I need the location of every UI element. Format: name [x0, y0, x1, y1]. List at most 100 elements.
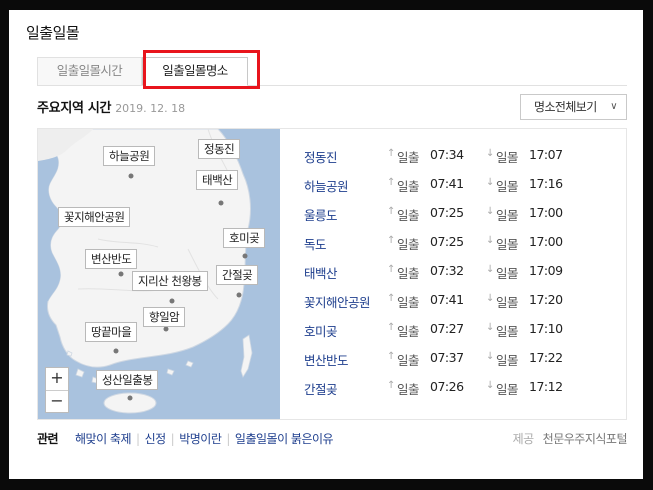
sunset-time: 17:00 [529, 205, 563, 220]
place-name[interactable]: 꽃지해안공원 [304, 292, 371, 311]
list-item: 태백산 ↑ 일출 07:32 ↓ 일몰 17:09 [304, 259, 614, 288]
sunrise-arrow-icon: ↑ [387, 322, 395, 333]
sunrise-label: 일출 [397, 266, 420, 281]
list-item: 호미곶 ↑ 일출 07:27 ↓ 일몰 17:10 [304, 317, 614, 346]
sunset-arrow-icon: ↓ [486, 293, 494, 304]
map-label-taebaeksan[interactable]: 태백산 [196, 170, 239, 190]
sunset-arrow-icon: ↓ [486, 235, 494, 246]
all-places-button[interactable]: 명소전체보기 ∨ [520, 94, 627, 120]
related-label: 관련 [37, 432, 59, 446]
place-name[interactable]: 변산반도 [304, 350, 349, 369]
sunrise-arrow-icon: ↑ [387, 264, 395, 275]
sunrise-arrow-icon: ↑ [387, 177, 395, 188]
list-item: 하늘공원 ↑ 일출 07:41 ↓ 일몰 17:16 [304, 172, 614, 201]
sunrise-sunset-panel: 일출일몰 일출일몰시간 일출일몰명소 주요지역 시간 2019. 12. 18 명… [9, 10, 643, 479]
list-item: 꽃지해안공원 ↑ 일출 07:41 ↓ 일몰 17:20 [304, 288, 614, 317]
section-date: 2019. 12. 18 [115, 102, 186, 115]
sunrise-time: 07:41 [430, 292, 464, 307]
sunset-time: 17:12 [529, 379, 563, 394]
sunrise-time: 07:37 [430, 350, 464, 365]
section-heading: 주요지역 시간 2019. 12. 18 [37, 97, 185, 116]
sunset-label: 일몰 [496, 179, 519, 194]
sunset-arrow-icon: ↓ [486, 264, 494, 275]
link-why-red[interactable]: 일출일몰이 붉은이유 [235, 432, 334, 446]
tab-sunrise-sunset-time[interactable]: 일출일몰시간 [37, 57, 142, 85]
sunset-time: 17:20 [529, 292, 563, 307]
list-item: 정동진 ↑ 일출 07:34 ↓ 일몰 17:07 [304, 143, 614, 172]
sunrise-arrow-icon: ↑ [387, 293, 395, 304]
place-name[interactable]: 호미곶 [304, 321, 338, 340]
all-places-label: 명소전체보기 [534, 100, 597, 114]
map-label-hyangiram[interactable]: 향일암 [143, 307, 186, 327]
map-zoom-control: + − [45, 367, 69, 413]
link-separator: | [170, 432, 175, 446]
map-label-jeongdongjin[interactable]: 정동진 [198, 139, 241, 159]
sunset-label: 일몰 [496, 150, 519, 165]
sunrise-time: 07:32 [430, 263, 464, 278]
sunset-arrow-icon: ↓ [486, 206, 494, 217]
sunrise-label: 일출 [397, 295, 420, 310]
sunset-label: 일몰 [496, 237, 519, 252]
sunrise-label: 일출 [397, 353, 420, 368]
content-box: 정동진 하늘공원 태백산 꽃지해안공원 호미곶 변산반도 간절곶 지리산 천왕봉… [37, 128, 627, 420]
map-label-homigot[interactable]: 호미곶 [223, 228, 266, 248]
sunrise-label: 일출 [397, 382, 420, 397]
link-new-year[interactable]: 신정 [145, 432, 167, 446]
sunset-time: 17:09 [529, 263, 563, 278]
sunrise-time: 07:34 [430, 147, 464, 162]
list-item: 울릉도 ↑ 일출 07:25 ↓ 일몰 17:00 [304, 201, 614, 230]
sunrise-arrow-icon: ↑ [387, 351, 395, 362]
tab-sunrise-sunset-places[interactable]: 일출일몰명소 [142, 57, 248, 86]
sunset-label: 일몰 [496, 266, 519, 281]
link-separator: | [226, 432, 230, 446]
map-label-jirisan-cheonwangbong[interactable]: 지리산 천왕봉 [132, 271, 208, 291]
sunset-arrow-icon: ↓ [486, 351, 494, 362]
sunset-label: 일몰 [496, 353, 519, 368]
sunset-label: 일몰 [496, 382, 519, 397]
related-links: 해맞이 축제 | 신정 | 박명이란 | 일출일몰이 붉은이유 [75, 430, 334, 447]
map-label-byeonsan-peninsula[interactable]: 변산반도 [85, 249, 138, 269]
map[interactable]: 정동진 하늘공원 태백산 꽃지해안공원 호미곶 변산반도 간절곶 지리산 천왕봉… [38, 129, 280, 419]
zoom-in-button[interactable]: + [46, 368, 68, 391]
map-label-kkotji-beach-park[interactable]: 꽃지해안공원 [58, 207, 131, 227]
sunset-arrow-icon: ↓ [486, 148, 494, 159]
sunrise-label: 일출 [397, 150, 420, 165]
sunrise-arrow-icon: ↑ [387, 206, 395, 217]
place-name[interactable]: 태백산 [304, 263, 338, 282]
place-name[interactable]: 간절곶 [304, 379, 338, 398]
zoom-out-button[interactable]: − [46, 391, 68, 413]
provider-label: 제공 [512, 432, 535, 446]
sunrise-time: 07:27 [430, 321, 464, 336]
sunrise-time: 07:25 [430, 234, 464, 249]
link-twilight[interactable]: 박명이란 [179, 432, 222, 446]
sunrise-time: 07:25 [430, 205, 464, 220]
sunset-time: 17:00 [529, 234, 563, 249]
sunset-label: 일몰 [496, 208, 519, 223]
sunset-time: 17:07 [529, 147, 563, 162]
sunset-arrow-icon: ↓ [486, 177, 494, 188]
sun-times-list: 정동진 ↑ 일출 07:34 ↓ 일몰 17:07 하늘공원 ↑ 일출 07:4… [304, 143, 614, 404]
map-label-ganjeolgot[interactable]: 간절곶 [216, 265, 259, 285]
sunset-time: 17:10 [529, 321, 563, 336]
place-name[interactable]: 울릉도 [304, 205, 338, 224]
sunrise-arrow-icon: ↑ [387, 380, 395, 391]
place-name[interactable]: 독도 [304, 234, 327, 253]
link-sunrise-festival[interactable]: 해맞이 축제 [75, 432, 132, 446]
map-label-haneul-park[interactable]: 하늘공원 [103, 146, 156, 166]
sunrise-label: 일출 [397, 324, 420, 339]
map-label-seongsan-ilchulbong[interactable]: 성산일출봉 [96, 370, 159, 390]
panel-title: 일출일몰 [26, 24, 80, 42]
sunrise-arrow-icon: ↑ [387, 148, 395, 159]
place-name[interactable]: 하늘공원 [304, 176, 349, 195]
place-name[interactable]: 정동진 [304, 147, 338, 166]
list-item: 변산반도 ↑ 일출 07:37 ↓ 일몰 17:22 [304, 346, 614, 375]
sunset-arrow-icon: ↓ [486, 380, 494, 391]
sunset-label: 일몰 [496, 295, 519, 310]
provider-link[interactable]: 천문우주지식포털 [543, 432, 628, 446]
list-item: 독도 ↑ 일출 07:25 ↓ 일몰 17:00 [304, 230, 614, 259]
sunrise-arrow-icon: ↑ [387, 235, 395, 246]
tab-bar: 일출일몰시간 일출일몰명소 [37, 57, 627, 86]
sunrise-label: 일출 [397, 179, 420, 194]
map-label-ttangkkeut-village[interactable]: 땅끝마을 [85, 322, 138, 342]
sunset-time: 17:22 [529, 350, 563, 365]
